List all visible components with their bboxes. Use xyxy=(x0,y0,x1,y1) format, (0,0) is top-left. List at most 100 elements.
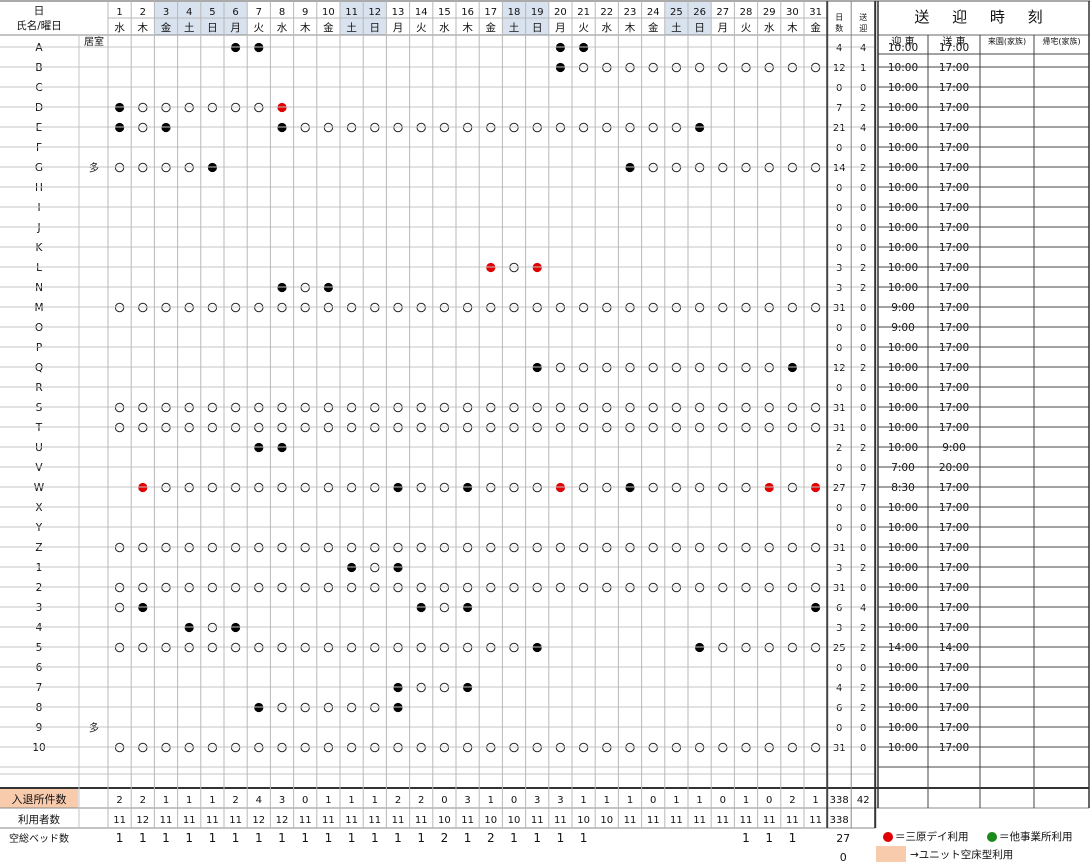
pickup-time: 8:30 xyxy=(891,482,915,494)
users-value: 11 xyxy=(183,815,196,826)
day-number: 11 xyxy=(345,7,358,18)
send-header: 迎 xyxy=(859,23,867,33)
resident-send: 0 xyxy=(860,323,866,334)
moves-value: 3 xyxy=(534,795,540,806)
resident-days: 3 xyxy=(836,283,842,294)
day-number: 15 xyxy=(438,7,451,18)
weekday-label: 月 xyxy=(393,22,404,34)
dropoff-time: 17:00 xyxy=(939,82,969,94)
weekday-label: 月 xyxy=(555,22,566,34)
moves-value: 0 xyxy=(766,795,772,806)
resident-send: 0 xyxy=(860,143,866,154)
moves-value: 1 xyxy=(696,795,702,806)
dropoff-time: 17:00 xyxy=(939,282,969,294)
moves-value: 1 xyxy=(604,795,610,806)
beds-value: 1 xyxy=(464,831,472,845)
resident-name: R xyxy=(35,382,42,394)
pickup-time: 10:00 xyxy=(888,182,918,194)
dropoff-time: 17:00 xyxy=(939,602,969,614)
resident-name: 4 xyxy=(36,622,43,634)
moves-value: 4 xyxy=(256,795,262,806)
users-value: 11 xyxy=(392,815,405,826)
legend-red-text: ＝三原デイ利用 xyxy=(895,831,969,843)
resident-name: Y xyxy=(35,522,43,534)
resident-send: 4 xyxy=(860,43,866,54)
moves-value: 1 xyxy=(372,795,378,806)
moves-value: 2 xyxy=(789,795,795,806)
users-label: 利用者数 xyxy=(18,813,60,826)
resident-send: 2 xyxy=(860,703,866,714)
resident-name: P xyxy=(36,342,42,354)
weekday-label: 木 xyxy=(138,22,149,34)
day-number: 19 xyxy=(531,7,544,18)
resident-name: G xyxy=(35,162,43,174)
resident-days: 31 xyxy=(833,543,846,554)
dropoff-time: 17:00 xyxy=(939,42,969,54)
day-number: 30 xyxy=(786,7,799,18)
days-header: 日 xyxy=(835,13,843,22)
pickup-time: 10:00 xyxy=(888,502,918,514)
users-value: 11 xyxy=(345,815,358,826)
weekday-label: 水 xyxy=(277,22,288,34)
resident-send: 0 xyxy=(860,583,866,594)
weekday-label: 火 xyxy=(741,22,752,34)
resident-days: 3 xyxy=(836,563,842,574)
weekday-label: 水 xyxy=(602,22,613,34)
resident-days: 0 xyxy=(836,323,842,334)
dropoff-time: 17:00 xyxy=(939,502,969,514)
weekday-label: 水 xyxy=(439,22,450,34)
weekday-label: 土 xyxy=(184,21,195,34)
weekday-label: 金 xyxy=(486,21,497,34)
resident-days: 6 xyxy=(836,603,842,614)
users-value: 11 xyxy=(624,815,637,826)
dropoff-time: 17:00 xyxy=(939,222,969,234)
resident-days: 21 xyxy=(833,123,846,134)
beds-value: 1 xyxy=(417,831,425,845)
legend-unit-text: →ユニット空床型利用 xyxy=(910,848,1014,861)
moves-value: 1 xyxy=(488,795,494,806)
dropoff-time: 17:00 xyxy=(939,102,969,114)
resident-send: 0 xyxy=(860,223,866,234)
resident-days: 0 xyxy=(836,183,842,194)
users-value: 11 xyxy=(716,815,729,826)
beds-value: 1 xyxy=(278,831,286,845)
schedule-grid: 日氏名/曜日居室1水2木3金4土5日6月7火8水9木10金11土12日13月14… xyxy=(0,0,1090,864)
dropoff-time: 17:00 xyxy=(939,382,969,394)
moves-value: 2 xyxy=(140,795,146,806)
dropoff-time: 17:00 xyxy=(939,402,969,414)
resident-name: 5 xyxy=(36,642,43,654)
beds-value: 1 xyxy=(162,831,170,845)
resident-name: S xyxy=(36,402,43,414)
pickup-time: 10:00 xyxy=(888,242,918,254)
resident-name: 8 xyxy=(36,702,43,714)
weekday-label: 火 xyxy=(578,22,589,34)
dropoff-time: 17:00 xyxy=(939,202,969,214)
resident-days: 12 xyxy=(833,63,846,74)
pickup-time: 10:00 xyxy=(888,742,918,754)
resident-send: 2 xyxy=(860,283,866,294)
dropoff-time: 17:00 xyxy=(939,542,969,554)
resident-send: 2 xyxy=(860,623,866,634)
pickup-time: 14:00 xyxy=(888,642,918,654)
send-header: 送 xyxy=(859,12,867,22)
resident-days: 0 xyxy=(836,663,842,674)
resident-send: 0 xyxy=(860,543,866,554)
day-number: 14 xyxy=(415,7,428,18)
green-dot-icon xyxy=(987,831,997,842)
beds-value: 1 xyxy=(348,831,356,845)
resident-send: 0 xyxy=(860,383,866,394)
beds-value: 1 xyxy=(742,831,750,845)
weekday-label: 土 xyxy=(671,21,682,34)
users-value: 11 xyxy=(763,815,776,826)
day-number: 5 xyxy=(209,7,215,18)
legend-green-text: ＝他事業所利用 xyxy=(999,831,1073,843)
day-number: 3 xyxy=(163,7,169,18)
resident-name: N xyxy=(35,282,43,294)
beds-value: 1 xyxy=(116,831,124,845)
moves-value: 1 xyxy=(627,795,633,806)
pickup-time: 10:00 xyxy=(888,82,918,94)
resident-days: 31 xyxy=(833,743,846,754)
pickup-time: 10:00 xyxy=(888,342,918,354)
resident-days: 0 xyxy=(836,463,842,474)
users-total: 338 xyxy=(830,815,849,826)
